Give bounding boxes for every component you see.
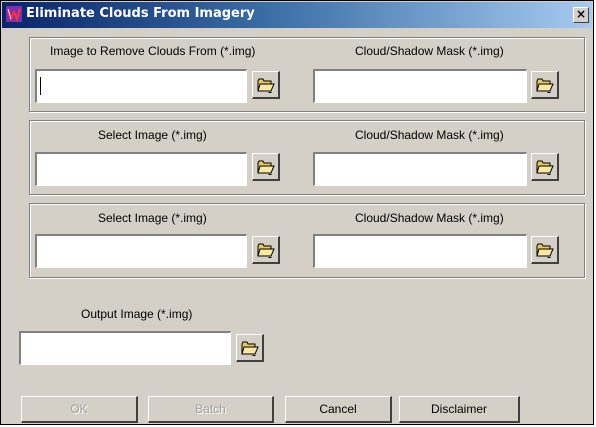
cancel-button[interactable]: Cancel xyxy=(285,396,392,423)
disclaimer-button[interactable]: Disclaimer xyxy=(399,396,520,423)
folder-open-icon xyxy=(536,78,554,93)
browse-mask-button-1[interactable] xyxy=(531,71,559,99)
eliminate-clouds-dialog: Eliminate Clouds From Imagery × Image to… xyxy=(0,0,594,425)
mask-input-2[interactable] xyxy=(313,152,527,186)
mask-label-3: Cloud/Shadow Mask (*.img) xyxy=(355,211,504,225)
image-input-2[interactable] xyxy=(35,152,247,186)
mask-label-1: Cloud/Shadow Mask (*.img) xyxy=(355,44,504,58)
mask-input-1[interactable] xyxy=(313,69,527,103)
mask-label-2: Cloud/Shadow Mask (*.img) xyxy=(355,128,504,142)
output-label: Output Image (*.img) xyxy=(81,307,193,321)
browse-image-button-3[interactable] xyxy=(252,236,280,264)
image-input-1[interactable] xyxy=(35,69,247,103)
mask-input-3[interactable] xyxy=(313,234,527,268)
browse-mask-button-2[interactable] xyxy=(531,153,559,181)
text-caret xyxy=(40,77,41,95)
browse-image-button-1[interactable] xyxy=(252,71,280,99)
browse-mask-button-3[interactable] xyxy=(531,236,559,264)
close-button[interactable]: × xyxy=(573,7,589,23)
folder-open-icon xyxy=(257,78,275,93)
browse-image-button-2[interactable] xyxy=(252,153,280,181)
image-label-2: Select Image (*.img) xyxy=(98,128,207,142)
image-label-1: Image to Remove Clouds From (*.img) xyxy=(50,44,256,58)
folder-open-icon xyxy=(536,160,554,175)
folder-open-icon xyxy=(257,160,275,175)
output-input[interactable] xyxy=(19,331,231,365)
browse-output-button[interactable] xyxy=(236,334,264,362)
image-input-3[interactable] xyxy=(35,234,247,268)
title-bar[interactable]: Eliminate Clouds From Imagery × xyxy=(2,2,592,28)
folder-open-icon xyxy=(241,341,259,356)
image-label-3: Select Image (*.img) xyxy=(98,211,207,225)
batch-button[interactable]: Batch xyxy=(148,396,274,423)
window-title: Eliminate Clouds From Imagery xyxy=(26,6,255,21)
app-icon xyxy=(6,6,22,22)
ok-button[interactable]: OK xyxy=(21,396,138,423)
folder-open-icon xyxy=(536,243,554,258)
folder-open-icon xyxy=(257,243,275,258)
